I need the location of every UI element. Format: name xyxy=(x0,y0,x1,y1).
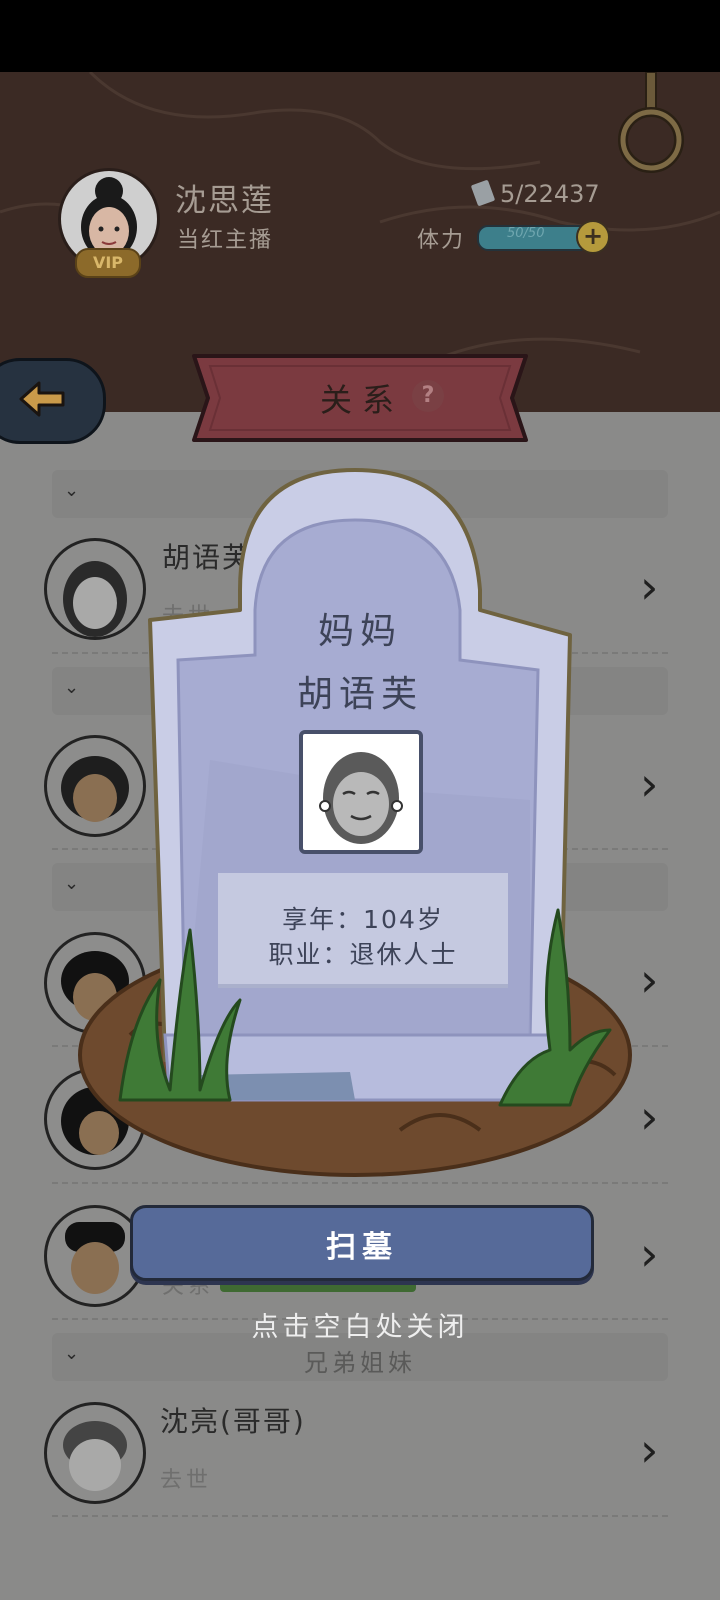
occupation: 职业：退休人士 xyxy=(268,940,458,969)
stamina-value: 50/50 xyxy=(507,226,545,241)
relative-avatar[interactable] xyxy=(44,1402,146,1504)
stamina-label: 体力 xyxy=(417,228,466,253)
help-icon[interactable]: ? xyxy=(412,380,444,412)
add-stamina-button[interactable]: + xyxy=(576,220,610,254)
tombstone-name: 胡语芙 xyxy=(296,674,423,715)
age-at-death: 享年：104岁 xyxy=(282,905,444,934)
panel-title: 关系 xyxy=(320,381,405,419)
face-icon xyxy=(65,1222,125,1294)
face-icon xyxy=(63,1421,127,1491)
currency-value: 5/22437 xyxy=(500,180,600,208)
sweep-tomb-label: 扫墓 xyxy=(326,1230,398,1265)
tombstone-role: 妈妈 xyxy=(317,611,402,652)
back-arrow-icon xyxy=(19,381,65,417)
group-label-siblings: 兄弟姐妹 xyxy=(304,1349,416,1377)
elderly-woman-face-icon xyxy=(319,752,403,844)
close-hint: 点击空白处关闭 xyxy=(251,1312,469,1343)
chevron-right-icon[interactable]: › xyxy=(640,1227,658,1281)
row-divider xyxy=(52,1515,668,1517)
relative-name: 沈亮(哥哥) xyxy=(160,1405,306,1438)
back-button[interactable] xyxy=(0,358,106,444)
vip-badge: VIP xyxy=(75,248,141,278)
status-bar xyxy=(0,0,720,72)
player-name: 沈思莲 xyxy=(175,183,274,219)
hanging-ring-icon[interactable] xyxy=(618,72,688,182)
deceased-portrait xyxy=(299,730,423,854)
player-title: 当红主播 xyxy=(177,228,274,253)
relative-status: 去世 xyxy=(160,1468,213,1493)
chevron-right-icon[interactable]: › xyxy=(640,1423,658,1477)
